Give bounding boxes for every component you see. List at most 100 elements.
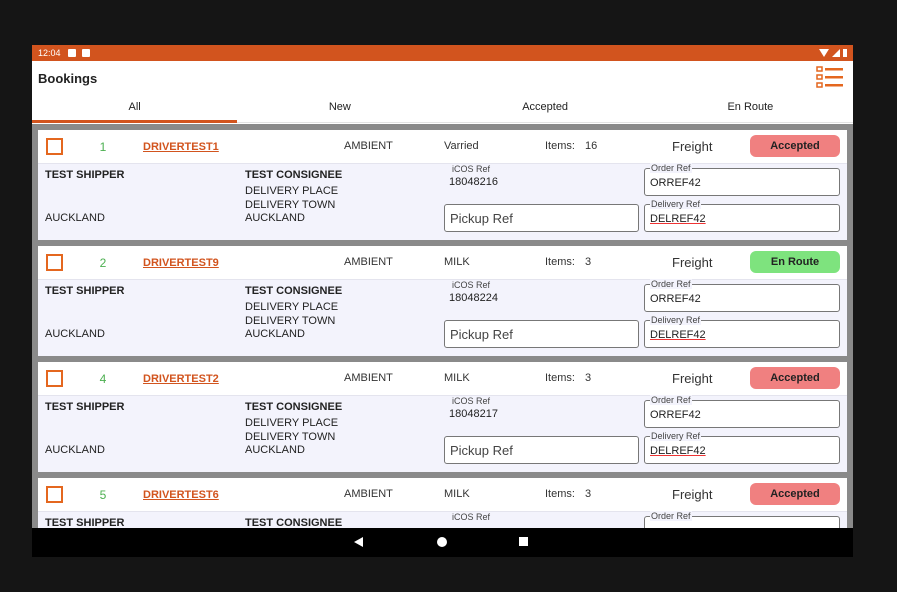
icos-ref-label: iCOS Ref [452, 280, 491, 290]
shipper-name: TEST SHIPPER [45, 401, 125, 413]
driver-link[interactable]: DRIVERTEST9 [143, 257, 219, 269]
pickup-ref-field[interactable]: Pickup Ref [444, 320, 639, 348]
temperature: AMBIENT [344, 488, 393, 500]
list-menu-icon [816, 66, 843, 88]
consignee-city: AUCKLAND [245, 328, 305, 340]
items-count: 3 [585, 256, 592, 268]
temperature: AMBIENT [344, 140, 393, 152]
status-badge[interactable]: Accepted [750, 483, 840, 505]
consignee-name: TEST CONSIGNEE [245, 401, 343, 413]
booking-checkbox[interactable] [46, 138, 63, 155]
booking-number: 2 [99, 256, 107, 270]
order-ref-label: Order Ref [650, 511, 692, 521]
tab-accepted[interactable]: Accepted [443, 93, 648, 122]
wifi-icon [819, 49, 829, 57]
sdcard-icon [81, 49, 90, 57]
back-icon[interactable] [354, 537, 363, 547]
app-bar: Bookings [32, 61, 853, 93]
delivery-ref-label: Delivery Ref [650, 199, 702, 209]
icos-ref-value: 18048217 [449, 408, 498, 420]
temperature: AMBIENT [344, 256, 393, 268]
icos-ref-label: iCOS Ref [452, 164, 491, 174]
navigation-bar [32, 528, 853, 557]
order-ref-label: Order Ref [650, 163, 692, 173]
status-badge[interactable]: Accepted [750, 367, 840, 389]
status-badge[interactable]: En Route [750, 251, 840, 273]
order-ref-field[interactable]: Order Ref ORREF42 [644, 279, 840, 312]
tab-new[interactable]: New [237, 93, 442, 122]
product: MILK [444, 372, 470, 384]
items-label: Items: [545, 140, 575, 152]
booking-details: TEST SHIPPER AUCKLAND TEST CONSIGNEE DEL… [38, 163, 847, 240]
booking-checkbox[interactable] [46, 370, 63, 387]
product: MILK [444, 488, 470, 500]
order-ref-label: Order Ref [650, 395, 692, 405]
photo-icon [67, 49, 76, 57]
status-bar: 12:04 [32, 45, 853, 61]
page-title: Bookings [38, 71, 98, 86]
pickup-ref-field[interactable]: Pickup Ref [444, 436, 639, 464]
shipper-city: AUCKLAND [45, 444, 105, 456]
shipper-name: TEST SHIPPER [45, 517, 125, 528]
booking-details: TEST SHIPPER AUCKLAND TEST CONSIGNEE DEL… [38, 395, 847, 472]
home-icon[interactable] [437, 537, 447, 547]
order-ref-field[interactable]: Order Ref ORREF42 [644, 395, 840, 428]
icos-ref-value: 18048224 [449, 292, 498, 304]
list-menu-button[interactable] [816, 66, 844, 88]
booking-header: 2 DRIVERTEST9 AMBIENT MILK Items: 3 Frei… [38, 246, 847, 280]
temperature: AMBIENT [344, 372, 393, 384]
icos-ref-value: 18048216 [449, 176, 498, 188]
tab-en-route[interactable]: En Route [648, 93, 853, 122]
battery-icon [843, 49, 847, 57]
items-label: Items: [545, 372, 575, 384]
booking-card[interactable]: 5 DRIVERTEST6 AMBIENT MILK Items: 3 Frei… [38, 478, 847, 528]
delivery-ref-value: DELREF42 [650, 213, 706, 225]
order-ref-field[interactable]: Order Ref ORREF42 [644, 163, 840, 196]
items-label: Items: [545, 256, 575, 268]
booking-checkbox[interactable] [46, 486, 63, 503]
delivery-ref-field[interactable]: Delivery Ref DELREF42 [644, 199, 840, 232]
order-ref-field[interactable]: Order Ref [644, 511, 840, 528]
delivery-ref-field[interactable]: Delivery Ref DELREF42 [644, 431, 840, 464]
tab-bar: All New Accepted En Route [32, 93, 853, 123]
recents-icon[interactable] [519, 537, 528, 546]
booking-details: TEST SHIPPER TEST CONSIGNEE iCOS Ref Ord… [38, 511, 847, 528]
items-label: Items: [545, 488, 575, 500]
consignee-name: TEST CONSIGNEE [245, 517, 343, 528]
items-count: 16 [585, 140, 598, 152]
consignee-place: DELIVERY PLACE [245, 417, 339, 429]
booking-card[interactable]: 2 DRIVERTEST9 AMBIENT MILK Items: 3 Frei… [38, 246, 847, 356]
items-count: 3 [585, 372, 592, 384]
consignee-name: TEST CONSIGNEE [245, 285, 343, 297]
shipper-name: TEST SHIPPER [45, 169, 125, 181]
status-time: 12:04 [38, 48, 61, 58]
bookings-list[interactable]: 1 DRIVERTEST1 AMBIENT Varried Items: 16 … [32, 124, 853, 528]
booking-card[interactable]: 4 DRIVERTEST2 AMBIENT MILK Items: 3 Frei… [38, 362, 847, 472]
booking-card[interactable]: 1 DRIVERTEST1 AMBIENT Varried Items: 16 … [38, 130, 847, 240]
consignee-town: DELIVERY TOWN [245, 315, 336, 327]
booking-details: TEST SHIPPER AUCKLAND TEST CONSIGNEE DEL… [38, 279, 847, 356]
driver-link[interactable]: DRIVERTEST2 [143, 373, 219, 385]
delivery-ref-value: DELREF42 [650, 445, 706, 457]
booking-checkbox[interactable] [46, 254, 63, 271]
signal-icon [832, 49, 840, 57]
order-ref-value: ORREF42 [650, 409, 701, 421]
status-badge[interactable]: Accepted [750, 135, 840, 157]
pickup-ref-field[interactable]: Pickup Ref [444, 204, 639, 232]
driver-link[interactable]: DRIVERTEST6 [143, 489, 219, 501]
icos-ref-label: iCOS Ref [452, 396, 491, 406]
consignee-name: TEST CONSIGNEE [245, 169, 343, 181]
booking-header: 4 DRIVERTEST2 AMBIENT MILK Items: 3 Frei… [38, 362, 847, 396]
tab-all[interactable]: All [32, 93, 238, 123]
booking-type: Freight [672, 371, 713, 386]
delivery-ref-field[interactable]: Delivery Ref DELREF42 [644, 315, 840, 348]
shipper-name: TEST SHIPPER [45, 285, 125, 297]
consignee-place: DELIVERY PLACE [245, 185, 339, 197]
consignee-town: DELIVERY TOWN [245, 199, 336, 211]
status-icons [819, 49, 847, 57]
order-ref-value: ORREF42 [650, 293, 701, 305]
booking-header: 5 DRIVERTEST6 AMBIENT MILK Items: 3 Frei… [38, 478, 847, 512]
driver-link[interactable]: DRIVERTEST1 [143, 141, 219, 153]
order-ref-label: Order Ref [650, 279, 692, 289]
consignee-city: AUCKLAND [245, 212, 305, 224]
